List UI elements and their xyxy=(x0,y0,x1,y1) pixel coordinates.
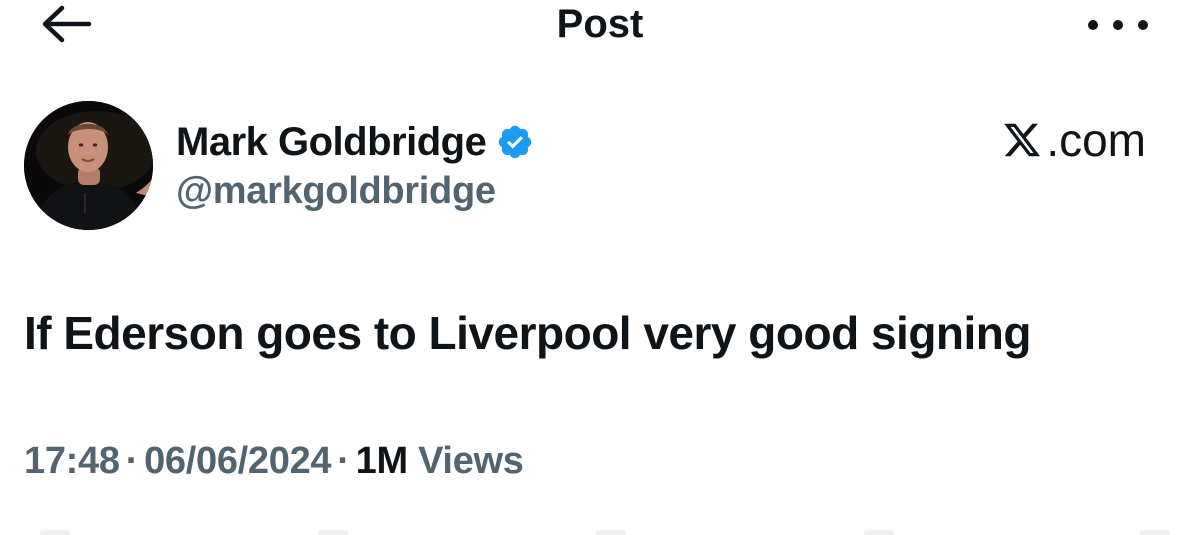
like-icon[interactable] xyxy=(596,530,626,535)
avatar-photo xyxy=(24,101,153,230)
meta-separator: · xyxy=(337,440,350,482)
author-name-row[interactable]: Mark Goldbridge xyxy=(176,114,534,170)
more-horizontal-icon xyxy=(1088,20,1098,30)
more-dot xyxy=(1113,20,1123,30)
avatar[interactable] xyxy=(24,101,153,230)
views-count: 1M xyxy=(355,440,409,482)
page-title: Post xyxy=(556,2,644,46)
views-label: Views xyxy=(418,440,524,482)
post-time[interactable]: 17:48 xyxy=(24,440,120,482)
post-date[interactable]: 06/06/2024 xyxy=(144,440,331,482)
share-icon[interactable] xyxy=(1140,530,1170,535)
top-bar: Post xyxy=(0,0,1200,60)
watermark-text: .com xyxy=(1046,114,1146,166)
x-com-watermark: .com xyxy=(1002,113,1146,167)
bookmark-icon[interactable] xyxy=(864,530,894,535)
post-meta: 17:48 · 06/06/2024 · 1M Views xyxy=(24,440,524,483)
repost-icon[interactable] xyxy=(318,530,348,535)
author-handle[interactable]: @markgoldbridge xyxy=(176,170,496,213)
meta-separator: · xyxy=(125,440,139,482)
author-name[interactable]: Mark Goldbridge xyxy=(176,120,487,165)
more-options-button[interactable] xyxy=(1088,10,1148,40)
action-bar-edge xyxy=(0,528,1200,535)
reply-icon[interactable] xyxy=(40,530,70,535)
post-page: Post Mark Goldbridge @markgoldbridge .co… xyxy=(0,0,1200,535)
x-logo-icon xyxy=(1004,123,1041,157)
more-dot xyxy=(1138,20,1148,30)
verified-badge-icon xyxy=(499,125,532,159)
post-text: If Ederson goes to Liverpool very good s… xyxy=(24,307,1032,359)
